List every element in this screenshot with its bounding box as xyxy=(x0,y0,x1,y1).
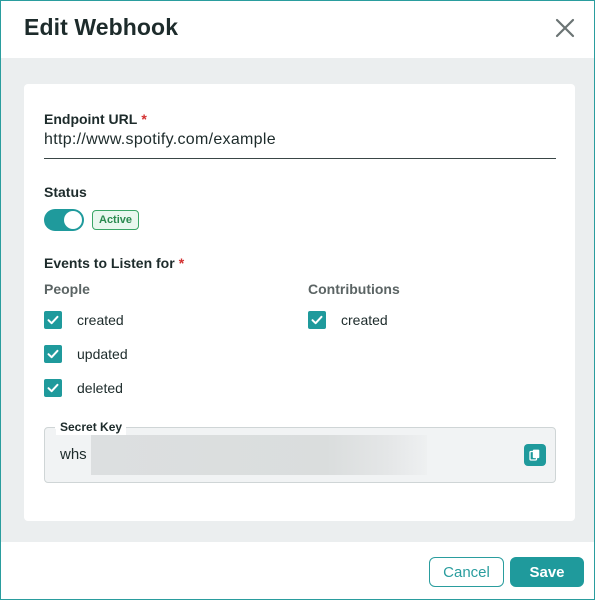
endpoint-url-label-text: Endpoint URL xyxy=(44,111,138,127)
dialog-title: Edit Webhook xyxy=(24,14,179,40)
endpoint-url-label: Endpoint URL * xyxy=(44,111,147,127)
dialog-header: Edit Webhook xyxy=(1,1,594,58)
people-heading: People xyxy=(44,281,90,297)
people-updated-checkbox[interactable]: updated xyxy=(44,345,164,365)
dialog-body: Endpoint URL * http://www.spotify.com/exa… xyxy=(1,58,594,542)
endpoint-url-underline xyxy=(44,158,556,159)
status-label: Status xyxy=(44,184,87,200)
webhook-form-card: Endpoint URL * http://www.spotify.com/exa… xyxy=(24,84,575,521)
checkbox-checked xyxy=(44,345,62,363)
events-label: Events to Listen for * xyxy=(44,255,184,271)
required-marker: * xyxy=(141,111,147,127)
check-icon xyxy=(47,349,59,359)
close-icon xyxy=(555,18,575,38)
required-marker: * xyxy=(178,255,185,271)
secret-key-masked-value xyxy=(91,435,427,475)
contributions-heading: Contributions xyxy=(308,281,400,297)
edit-webhook-dialog: Edit Webhook Endpoint URL * http://www.sp… xyxy=(0,0,595,600)
people-created-checkbox[interactable]: created xyxy=(44,311,164,331)
checkbox-checked xyxy=(308,311,326,329)
checkbox-label: updated xyxy=(77,346,128,362)
dialog-footer: Cancel Save xyxy=(1,542,594,599)
close-button[interactable] xyxy=(552,15,578,41)
checkbox-checked xyxy=(44,379,62,397)
check-icon xyxy=(47,315,59,325)
status-toggle[interactable] xyxy=(44,209,84,231)
endpoint-url-input[interactable]: http://www.spotify.com/example xyxy=(44,131,276,149)
secret-key-field[interactable]: Secret Key whs xyxy=(44,419,556,483)
secret-key-prefix: whs xyxy=(60,446,87,463)
events-label-text: Events to Listen for xyxy=(44,255,175,271)
copy-icon xyxy=(529,449,540,461)
people-deleted-checkbox[interactable]: deleted xyxy=(44,379,164,399)
checkbox-label: created xyxy=(77,312,124,328)
checkbox-checked xyxy=(44,311,62,329)
checkbox-label: deleted xyxy=(77,380,123,396)
contributions-created-checkbox[interactable]: created xyxy=(308,311,428,331)
toggle-knob xyxy=(64,211,82,229)
status-badge: Active xyxy=(92,210,140,230)
copy-secret-button[interactable] xyxy=(524,444,546,466)
secret-key-label: Secret Key xyxy=(56,419,127,435)
check-icon xyxy=(311,315,323,325)
cancel-button[interactable]: Cancel xyxy=(429,557,504,587)
check-icon xyxy=(47,383,59,393)
checkbox-label: created xyxy=(341,312,388,328)
save-button[interactable]: Save xyxy=(510,557,584,587)
